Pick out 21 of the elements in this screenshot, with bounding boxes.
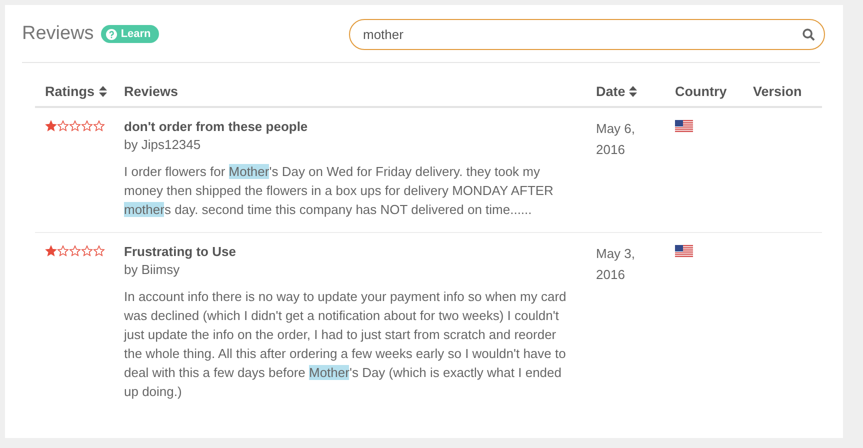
review-text: I order flowers for Mother's Day on Wed for Friday delivery. they took my money then shipped the flowers in a box ups for delivery MONDAY AFTER mothers day. second time this company has NOT delivered on time...... <box>124 163 554 219</box>
column-header: Reviews <box>124 84 178 99</box>
column-header[interactable]: Ratings <box>45 84 107 99</box>
help-icon <box>106 28 117 40</box>
flag-icon <box>675 120 693 132</box>
page-title: Reviews <box>22 23 94 45</box>
sort-icon[interactable] <box>629 86 638 97</box>
flag-icon <box>675 245 693 257</box>
review-text: In account info there is no way to update your payment info so when my card was declined (which I didn't get a notification about for two weeks) I couldn't just update the info on the order, I had to just start from scratch and reorder the whole thing. All this after ordering a few weeks early so I wouldn't have to deal with this a few days before Mother's Day (which is exactly what I ended up doing.) <box>124 288 568 401</box>
review-title: Frustrating to Use <box>124 243 237 260</box>
sort-icon[interactable] <box>98 86 107 97</box>
review-title: don't order from these people <box>124 118 309 135</box>
search-icon[interactable] <box>802 28 815 40</box>
review-date: May 6, 2016 <box>596 120 636 159</box>
review-author: by Jips12345 <box>124 136 202 154</box>
review-author: by Biimsy <box>124 261 181 279</box>
column-header[interactable]: Date <box>596 84 638 99</box>
search-field[interactable]: mother <box>349 18 825 50</box>
column-header: Version <box>753 84 802 99</box>
column-header: Country <box>675 84 727 99</box>
review-date: May 3, 2016 <box>596 245 636 284</box>
